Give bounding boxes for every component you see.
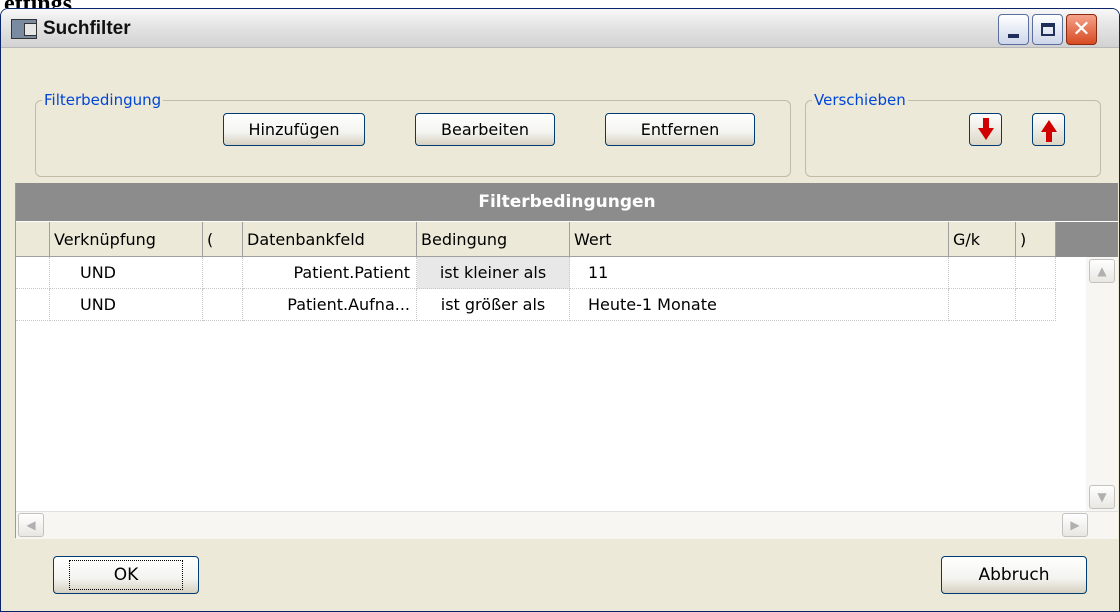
- row-indicator-header: [16, 222, 50, 257]
- table-cell[interactable]: Patient.Patient: [243, 257, 417, 289]
- column-header-gk[interactable]: G/k: [949, 222, 1016, 257]
- table-cell-selected[interactable]: ist kleiner als: [417, 257, 570, 289]
- minimize-button[interactable]: [998, 14, 1029, 45]
- close-icon: ✕: [1072, 17, 1091, 42]
- table-cell[interactable]: [949, 257, 1016, 289]
- row-indicator[interactable]: [16, 289, 50, 321]
- minimize-icon: [1008, 33, 1019, 38]
- chevron-left-icon: ◀: [26, 518, 36, 532]
- column-header-verknuepfung[interactable]: Verknüpfung: [50, 222, 203, 257]
- filter-grid: Filterbedingungen Verknüpfung ( Datenban…: [15, 183, 1118, 539]
- column-header-open-paren[interactable]: (: [203, 222, 243, 257]
- title-bar[interactable]: Suchfilter ✕: [1, 9, 1119, 48]
- scroll-up-button[interactable]: ▲: [1089, 259, 1115, 283]
- add-button[interactable]: Hinzufügen: [223, 113, 365, 146]
- cancel-button[interactable]: Abbruch: [941, 556, 1087, 594]
- horizontal-scrollbar[interactable]: ◀ ▶: [16, 511, 1118, 539]
- table-cell[interactable]: [949, 289, 1016, 321]
- arrow-down-icon: [977, 117, 994, 140]
- table-cell[interactable]: Patient.Aufna...: [243, 289, 417, 321]
- chevron-down-icon: ▼: [1097, 490, 1107, 504]
- table-cell[interactable]: UND: [50, 257, 203, 289]
- maximize-button[interactable]: [1032, 14, 1063, 45]
- table-cell[interactable]: [1016, 289, 1056, 321]
- table-cell[interactable]: Heute-1 Monate: [570, 289, 949, 321]
- move-label: Verschieben: [814, 91, 906, 109]
- app-icon: [11, 19, 37, 39]
- maximize-icon: [1040, 23, 1055, 36]
- scroll-down-button[interactable]: ▼: [1089, 485, 1115, 509]
- table-cell[interactable]: [203, 257, 243, 289]
- background-window-text: ettings: [0, 0, 72, 8]
- close-button[interactable]: ✕: [1066, 14, 1097, 45]
- column-header-bedingung[interactable]: Bedingung: [417, 222, 570, 257]
- table-cell[interactable]: [1016, 257, 1056, 289]
- filter-condition-label: Filterbedingung: [44, 91, 162, 109]
- header-filler: [1056, 222, 1118, 257]
- suchfilter-dialog: Suchfilter ✕ Filterbedingung Hinzufügen …: [0, 8, 1120, 612]
- remove-button[interactable]: Entfernen: [605, 113, 755, 146]
- scroll-left-button[interactable]: ◀: [18, 513, 44, 537]
- ok-button[interactable]: OK: [53, 556, 199, 594]
- table-cell[interactable]: 11: [570, 257, 949, 289]
- chevron-up-icon: ▲: [1097, 264, 1107, 278]
- ok-button-label: OK: [68, 560, 184, 590]
- grid-caption: Filterbedingungen: [16, 183, 1118, 221]
- table-cell[interactable]: UND: [50, 289, 203, 321]
- move-up-button[interactable]: [1032, 113, 1065, 146]
- column-header-wert[interactable]: Wert: [570, 222, 949, 257]
- table-cell[interactable]: [203, 289, 243, 321]
- arrow-up-icon: [1040, 119, 1057, 142]
- row-indicator[interactable]: [16, 257, 50, 289]
- window-title: Suchfilter: [43, 18, 131, 39]
- chevron-right-icon: ▶: [1070, 518, 1080, 532]
- scroll-right-button[interactable]: ▶: [1062, 513, 1088, 537]
- column-header-datenbankfeld[interactable]: Datenbankfeld: [243, 222, 417, 257]
- vertical-scrollbar[interactable]: ▲ ▼: [1086, 257, 1118, 511]
- table-cell[interactable]: ist größer als: [417, 289, 570, 321]
- move-down-button[interactable]: [969, 113, 1002, 146]
- edit-button[interactable]: Bearbeiten: [415, 113, 555, 146]
- column-header-close-paren[interactable]: ): [1016, 222, 1056, 257]
